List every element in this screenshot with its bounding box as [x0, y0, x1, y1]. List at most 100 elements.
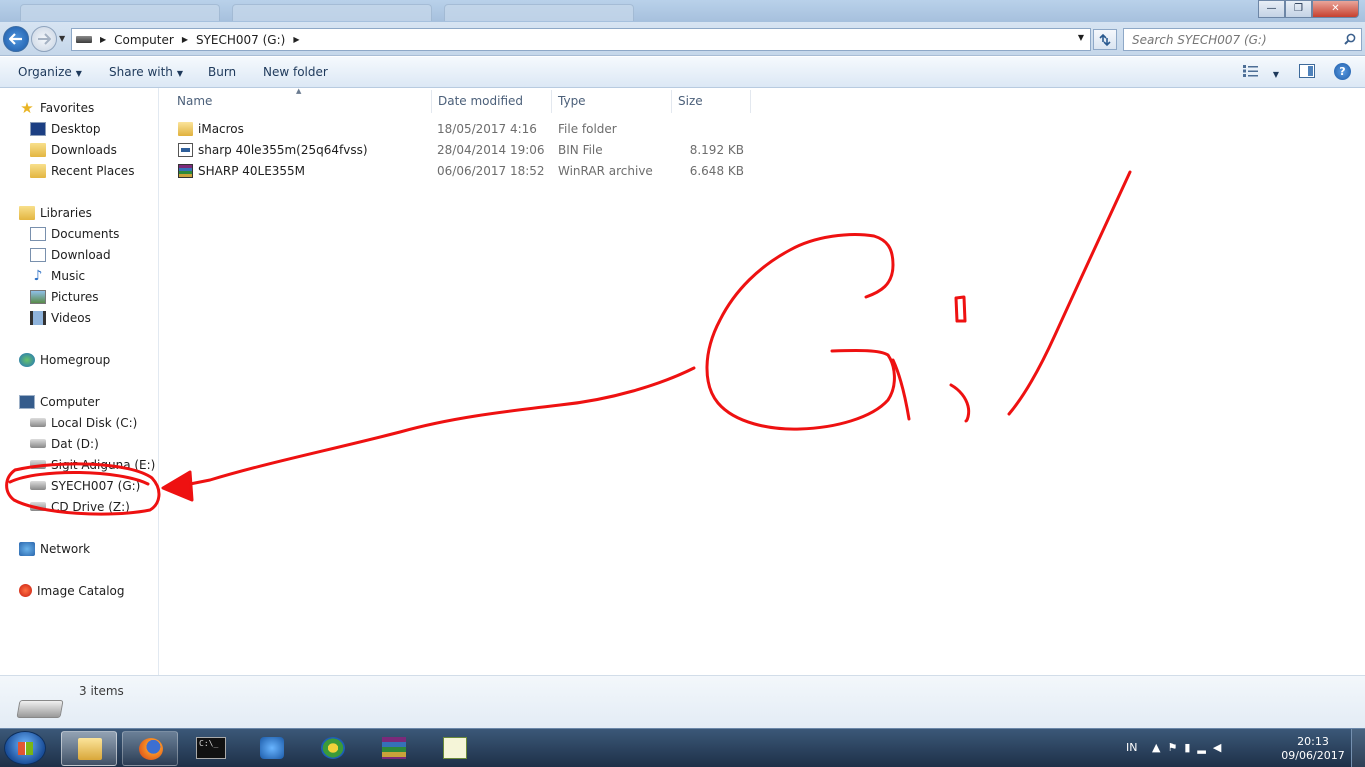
nav-label: Desktop — [51, 121, 101, 136]
column-header-size[interactable]: Size — [678, 94, 703, 108]
file-type: WinRAR archive — [558, 164, 653, 178]
taskbar-winrar[interactable] — [366, 731, 422, 766]
file-list: Name ▲ Date modified Type Size iMacros 1… — [160, 87, 1365, 675]
usb-drive-icon — [30, 481, 46, 490]
signal-icon[interactable]: ▂ — [1197, 741, 1212, 754]
nav-music[interactable]: ♪ Music — [30, 266, 86, 285]
nav-label: Recent Places — [51, 163, 135, 178]
nav-label: Videos — [51, 310, 91, 325]
nav-label: Image Catalog — [37, 583, 125, 598]
address-dropdown-icon[interactable]: ▼ — [1078, 33, 1084, 42]
action-center-flag-icon[interactable]: ⚑ — [1167, 741, 1184, 754]
nav-computer[interactable]: Computer — [19, 392, 100, 411]
maximize-button[interactable]: ❐ — [1285, 0, 1312, 18]
chevron-down-icon: ▼ — [176, 69, 184, 78]
column-divider[interactable] — [431, 90, 432, 113]
breadcrumb-computer[interactable]: Computer — [114, 33, 174, 47]
file-size: 6.648 KB — [689, 164, 744, 178]
new-folder-button[interactable]: New folder — [263, 65, 328, 79]
breadcrumb-arrow-icon[interactable]: ▶ — [293, 35, 299, 44]
clock[interactable]: 20:13 09/06/2017 — [1278, 735, 1348, 763]
nav-favorites[interactable]: ★ Favorites — [19, 98, 94, 117]
taskbar-download-manager[interactable] — [305, 731, 361, 766]
taskbar-notepadpp[interactable] — [427, 731, 483, 766]
organize-button[interactable]: Organize ▼ — [18, 65, 82, 79]
column-divider[interactable] — [671, 90, 672, 113]
burn-button[interactable]: Burn — [208, 65, 236, 79]
file-row[interactable]: iMacros 18/05/2017 4:16 File folder — [176, 119, 756, 139]
explorer-icon — [78, 738, 102, 760]
help-button[interactable]: ? — [1334, 63, 1351, 80]
nav-label: Homegroup — [40, 352, 111, 367]
nav-downloads[interactable]: Downloads — [30, 140, 117, 159]
column-header-type[interactable]: Type — [558, 94, 586, 108]
drive-icon — [30, 460, 46, 469]
navigation-pane: ★ Favorites Desktop Downloads Recent Plac… — [0, 88, 159, 675]
language-indicator[interactable]: IN — [1126, 741, 1137, 754]
file-row[interactable]: SHARP 40LE355M 06/06/2017 18:52 WinRAR a… — [176, 161, 756, 181]
show-hidden-icons-icon[interactable]: ▲ — [1152, 741, 1167, 754]
folder-icon — [178, 122, 193, 136]
share-with-button[interactable]: Share with ▼ — [109, 65, 183, 79]
column-divider[interactable] — [750, 90, 751, 113]
taskbar-firefox[interactable] — [122, 731, 178, 766]
nav-recent-places[interactable]: Recent Places — [30, 161, 134, 180]
file-date: 06/06/2017 18:52 — [437, 164, 545, 178]
close-button[interactable]: ✕ — [1312, 0, 1359, 18]
back-button[interactable] — [3, 26, 29, 52]
nav-download[interactable]: Download — [30, 245, 111, 264]
network-icon — [19, 541, 35, 556]
column-divider[interactable] — [551, 90, 552, 113]
nav-syech007-g[interactable]: SYECH007 (G:) — [30, 476, 140, 495]
nav-dat-d[interactable]: Dat (D:) — [30, 434, 99, 453]
taskbar-explorer[interactable] — [61, 731, 117, 766]
breadcrumb-drive[interactable]: SYECH007 (G:) — [196, 33, 285, 47]
nav-desktop[interactable]: Desktop — [30, 119, 101, 138]
nav-pictures[interactable]: Pictures — [30, 287, 99, 306]
nav-label: Sigit Adiguna (E:) — [51, 457, 156, 472]
volume-icon[interactable]: ◀ — [1213, 741, 1228, 754]
nav-label: Pictures — [51, 289, 99, 304]
nav-image-catalog[interactable]: Image Catalog — [19, 581, 124, 600]
taskbar-cmd[interactable]: C:\_ — [183, 731, 239, 766]
network-app-icon — [260, 737, 284, 759]
nav-label: Favorites — [40, 100, 95, 115]
start-button[interactable] — [4, 731, 46, 765]
nav-videos[interactable]: Videos — [30, 308, 91, 327]
nav-libraries[interactable]: Libraries — [19, 203, 92, 222]
desktop-icon — [30, 121, 46, 136]
recent-pages-dropdown[interactable]: ▼ — [59, 34, 65, 43]
nav-cd-drive-z[interactable]: CD Drive (Z:) — [30, 497, 130, 516]
sort-ascending-icon: ▲ — [296, 87, 302, 95]
system-tray[interactable]: ▲⚑▮▂◀ — [1152, 741, 1228, 754]
change-view-button[interactable]: ▼ — [1243, 65, 1283, 80]
preview-pane-button[interactable] — [1299, 64, 1315, 78]
breadcrumb-arrow-icon[interactable]: ▶ — [182, 35, 188, 44]
address-bar[interactable]: ▶ Computer ▶ SYECH007 (G:) ▶ ▼ — [71, 28, 1091, 51]
nav-documents[interactable]: Documents — [30, 224, 119, 243]
details-pane: 3 items — [0, 675, 1365, 728]
background-tab — [444, 4, 634, 21]
forward-button[interactable] — [31, 26, 57, 52]
breadcrumb-arrow-icon[interactable]: ▶ — [100, 35, 106, 44]
column-header-date-modified[interactable]: Date modified — [438, 94, 523, 108]
show-desktop-button[interactable] — [1351, 729, 1365, 767]
nav-network[interactable]: Network — [19, 539, 90, 558]
minimize-button[interactable]: — — [1258, 0, 1285, 18]
nav-homegroup[interactable]: Homegroup — [19, 350, 110, 369]
taskbar-network-app[interactable] — [244, 731, 300, 766]
nav-local-disk-c[interactable]: Local Disk (C:) — [30, 413, 137, 432]
column-header-name[interactable]: Name — [177, 94, 212, 108]
nav-sigit-adiguna-e[interactable]: Sigit Adiguna (E:) — [30, 455, 155, 474]
nav-label: Local Disk (C:) — [51, 415, 138, 430]
power-icon[interactable]: ▮ — [1184, 741, 1197, 754]
search-input[interactable] — [1132, 32, 1332, 47]
search-icon[interactable] — [1344, 33, 1356, 45]
libraries-icon — [19, 205, 35, 220]
search-box[interactable] — [1123, 28, 1362, 51]
file-row[interactable]: sharp 40le355m(25q64fvss) 28/04/2014 19:… — [176, 140, 756, 160]
refresh-button[interactable] — [1093, 29, 1117, 50]
back-arrow-icon — [9, 33, 22, 45]
items-count: 3 items — [79, 684, 124, 698]
nav-label: Computer — [40, 394, 100, 409]
